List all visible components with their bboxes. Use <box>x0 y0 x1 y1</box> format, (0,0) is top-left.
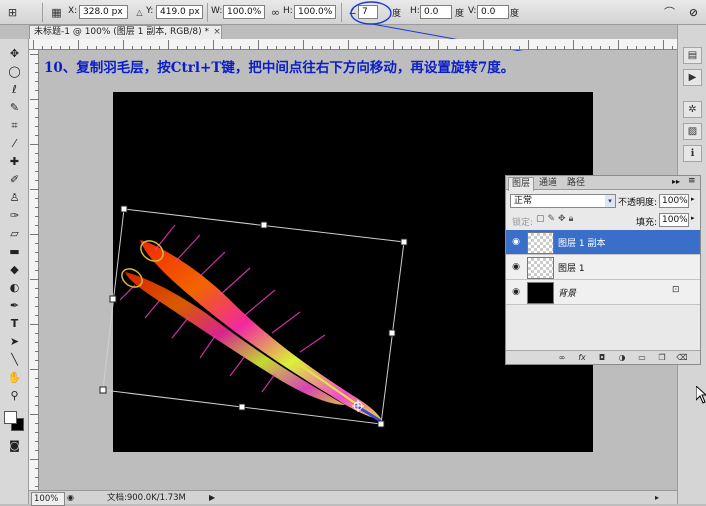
layers-panel-tabs: 图层 通道 路径 ▸▸ ≡ <box>506 176 700 191</box>
scroll-right-icon[interactable]: ▸ <box>655 492 659 504</box>
tab-paths[interactable]: 路径 <box>564 177 588 190</box>
transform-handle <box>99 386 107 394</box>
transform-handle <box>120 205 128 213</box>
history-panel-icon[interactable]: ▤ <box>683 47 702 64</box>
lock-options-icon[interactable]: ▢✎✥🔒︎ <box>536 214 576 224</box>
instruction-caption: 10、复制羽毛层，按Ctrl+T键，把中间点往右下方向移动，再设置旋转7度。 <box>44 60 515 76</box>
new-layer-icon[interactable]: ❐ <box>656 352 668 364</box>
transform-handle <box>377 420 385 428</box>
transform-handle <box>260 221 268 229</box>
fill-dropdown-icon[interactable]: ▸ <box>691 214 695 222</box>
opacity-dropdown-icon[interactable]: ▸ <box>691 195 695 203</box>
feather-shape <box>140 240 382 420</box>
blend-mode-select[interactable]: 正常 <box>510 194 616 208</box>
transform-handle <box>238 403 246 411</box>
status-menu-icon[interactable]: ▶ <box>209 492 215 504</box>
opacity-label: 不透明度: <box>618 198 658 208</box>
adjustment-layer-icon[interactable]: ◑ <box>616 352 628 364</box>
blend-mode-dropdown-icon[interactable]: ▾ <box>605 195 615 207</box>
layer-row[interactable]: ◉ 背景 ⊡ <box>506 280 700 305</box>
eye-icon[interactable]: ◉ <box>509 235 523 249</box>
transform-handle <box>388 329 396 337</box>
status-info-icon[interactable]: ◉ <box>67 492 74 504</box>
fill-input[interactable]: 100% <box>659 213 689 227</box>
layer-thumbnail <box>527 232 554 254</box>
eye-icon[interactable]: ◉ <box>509 260 523 274</box>
lock-icon: ⊡ <box>672 285 680 295</box>
mouse-cursor-icon <box>696 386 706 404</box>
histogram-panel-icon[interactable]: ▨ <box>683 123 702 140</box>
new-group-icon[interactable]: ▭ <box>636 352 648 364</box>
actions-panel-icon[interactable]: ▶ <box>683 69 702 86</box>
tab-channels[interactable]: 通道 <box>536 177 560 190</box>
panel-menu-icon[interactable]: ≡ <box>688 176 696 186</box>
tab-layers[interactable]: 图层 <box>508 177 535 191</box>
link-layers-icon[interactable]: ∞ <box>556 352 568 364</box>
panel-collapse-icon[interactable]: ▸▸ <box>672 177 680 186</box>
fill-label: 填充: <box>636 218 658 228</box>
layers-panel: 图层 通道 路径 ▸▸ ≡ 正常 ▾ 不透明度: 100% ▸ 锁定: ▢✎✥🔒… <box>505 175 701 365</box>
status-bar: 100% ◉ 文档:900.0K/1.73M ▶ ▸ <box>29 490 677 506</box>
layer-style-icon[interactable]: fx <box>576 352 588 364</box>
document-size: 文档:900.0K/1.73M <box>107 493 186 503</box>
layer-row[interactable]: ◉ 图层 1 <box>506 255 700 280</box>
info-panel-icon[interactable]: ℹ <box>683 145 702 162</box>
feather-shape <box>125 272 345 405</box>
layer-thumbnail <box>527 282 554 304</box>
feather-artwork <box>119 224 385 425</box>
transform-handle <box>400 238 408 246</box>
delete-layer-icon[interactable]: ⌫ <box>676 352 688 364</box>
layer-mask-icon[interactable]: ◘ <box>596 352 608 364</box>
layer-thumbnail <box>527 257 554 279</box>
eye-icon[interactable]: ◉ <box>509 285 523 299</box>
transform-handle <box>109 295 117 303</box>
navigator-panel-icon[interactable]: ✲ <box>683 101 702 118</box>
layer-name: 图层 1 <box>558 264 585 274</box>
layer-row[interactable]: ◉ 图层 1 副本 <box>506 230 700 255</box>
layers-panel-footer: ∞ fx ◘ ◑ ▭ ❐ ⌫ <box>506 350 700 364</box>
lock-label: 锁定: <box>512 218 534 228</box>
opacity-input[interactable]: 100% <box>659 194 689 208</box>
layer-name: 背景 <box>558 289 577 299</box>
layer-name: 图层 1 副本 <box>558 239 606 249</box>
